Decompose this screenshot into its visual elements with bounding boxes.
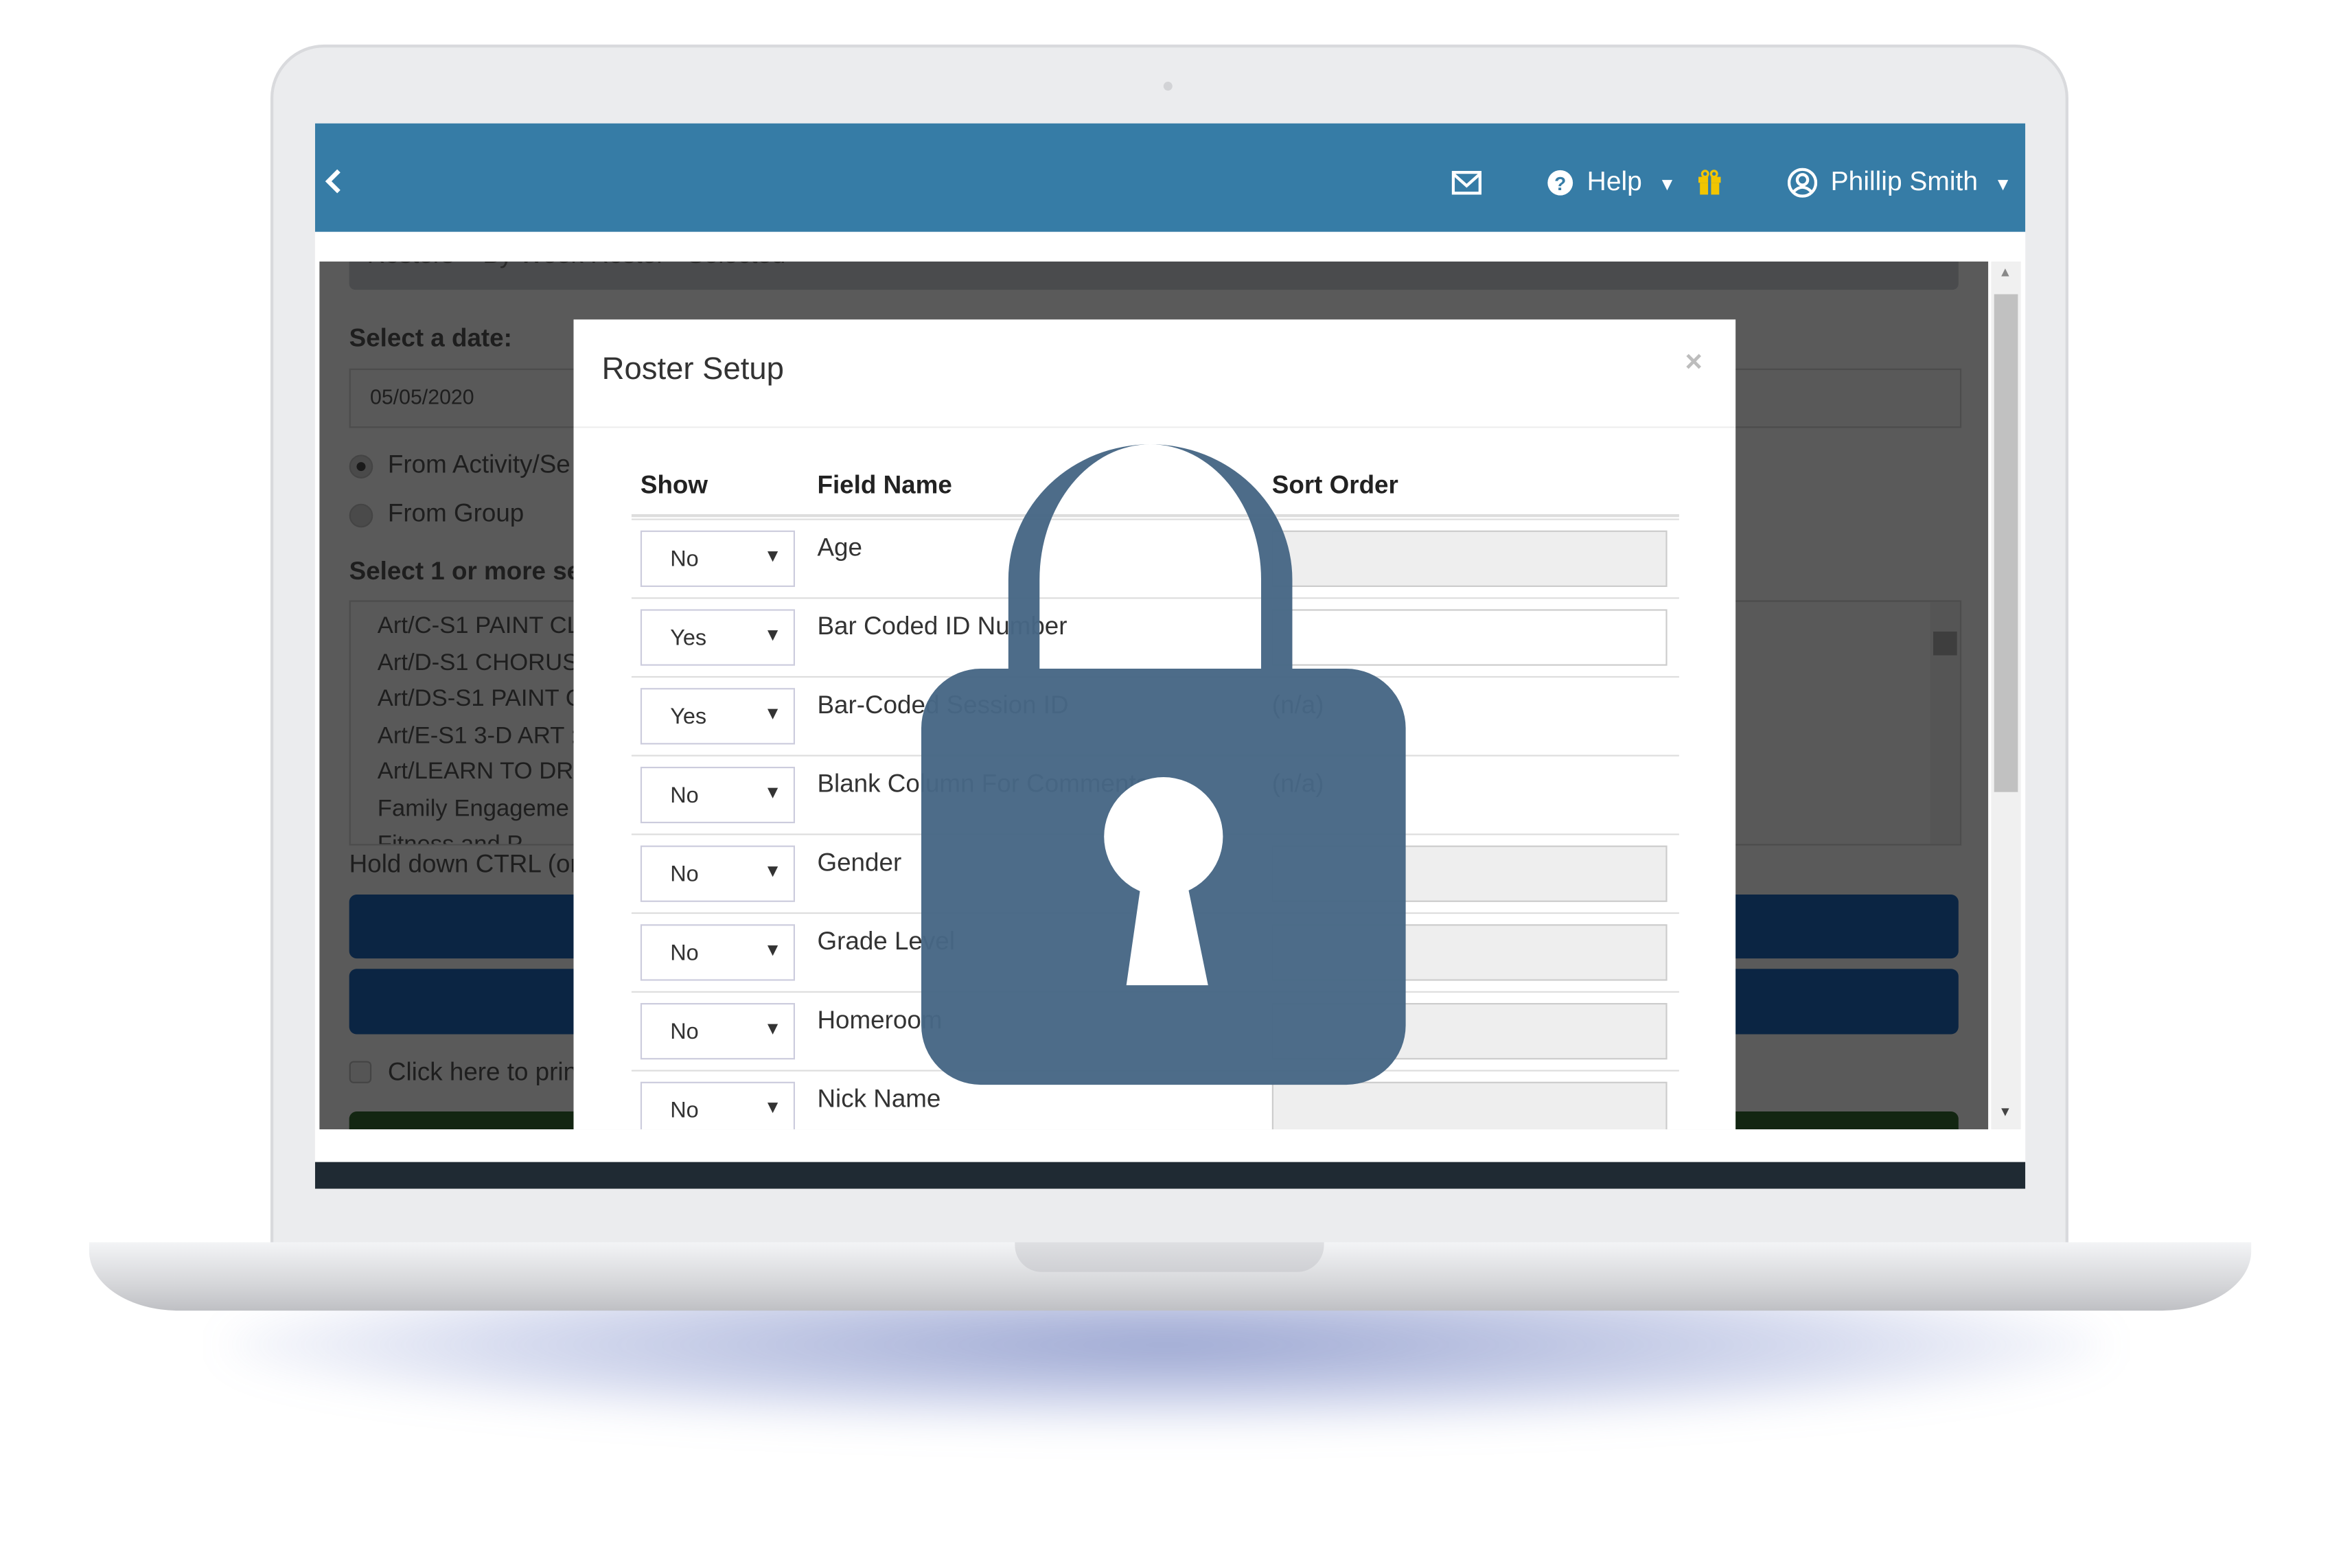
caret-down-icon: ▼ bbox=[763, 781, 782, 803]
envelope-icon[interactable] bbox=[1451, 170, 1482, 195]
radio-activity-label: From Activity/Se bbox=[387, 450, 570, 479]
show-value: No bbox=[670, 941, 699, 966]
session-option[interactable]: Art/LEARN TO DR bbox=[378, 759, 573, 786]
caret-down-icon: ▼ bbox=[763, 860, 782, 881]
help-circle-icon[interactable]: ? bbox=[1547, 170, 1573, 196]
ctrl-hint: Hold down CTRL (or bbox=[349, 850, 579, 879]
svg-text:?: ? bbox=[1554, 173, 1566, 194]
radio-group-label: From Group bbox=[387, 499, 524, 528]
caret-down-icon: ▼ bbox=[763, 938, 782, 960]
session-option[interactable]: Art/E-S1 3-D ART : bbox=[378, 723, 577, 750]
user-circle-icon[interactable] bbox=[1787, 168, 1818, 198]
field-name: Age bbox=[817, 533, 862, 562]
caret-down-icon: ▼ bbox=[763, 545, 782, 566]
field-name: Gender bbox=[817, 848, 902, 877]
show-select[interactable]: Yes ▼ bbox=[640, 609, 796, 666]
caret-down-icon: ▼ bbox=[763, 1096, 782, 1118]
modal-title: Roster Setup bbox=[601, 351, 784, 387]
date-value: 05/05/2020 bbox=[369, 384, 474, 409]
show-select[interactable]: No ▼ bbox=[640, 845, 796, 902]
session-option[interactable]: Art/C-S1 PAINT CL bbox=[378, 614, 580, 641]
show-select[interactable]: No ▼ bbox=[640, 924, 796, 981]
show-value: No bbox=[670, 1019, 699, 1045]
padlock-icon bbox=[921, 444, 1406, 1085]
show-value: No bbox=[670, 1098, 699, 1124]
session-option[interactable]: Family Engageme bbox=[378, 796, 569, 822]
date-label: Select a date: bbox=[349, 323, 512, 352]
sessions-label: Select 1 or more se bbox=[349, 557, 581, 586]
gift-icon[interactable] bbox=[1697, 170, 1722, 195]
show-select[interactable]: Yes ▼ bbox=[640, 688, 796, 745]
session-option[interactable]: Art/DS-S1 PAINT C bbox=[378, 687, 583, 713]
show-value: No bbox=[670, 546, 699, 573]
show-select[interactable]: No ▼ bbox=[640, 530, 796, 587]
caret-down-icon: ▼ bbox=[763, 624, 782, 645]
show-value: No bbox=[670, 862, 699, 888]
col-show: Show bbox=[640, 471, 708, 500]
show-value: Yes bbox=[670, 704, 707, 730]
show-select[interactable]: No ▼ bbox=[640, 1081, 796, 1130]
show-select[interactable]: No ▼ bbox=[640, 1003, 796, 1060]
show-select[interactable]: No ▼ bbox=[640, 766, 796, 824]
session-option[interactable]: Fitness and P bbox=[378, 832, 523, 844]
show-value: No bbox=[670, 783, 699, 809]
help-menu[interactable]: Help bbox=[1587, 165, 1642, 198]
breadcrumb[interactable]: Rosters > By Week Roster - Selected bbox=[367, 262, 786, 270]
camera bbox=[1163, 82, 1173, 91]
listbox-scrollbar[interactable] bbox=[1930, 601, 1960, 844]
session-option[interactable]: Art/D-S1 CHORUS bbox=[378, 650, 578, 677]
radio-group[interactable] bbox=[349, 503, 373, 528]
user-menu[interactable]: Phillip Smith bbox=[1831, 165, 1978, 198]
top-navbar: ? Help ▼ Phillip Smith ▼ bbox=[314, 123, 2026, 232]
laptop-notch bbox=[1015, 1242, 1324, 1272]
footer-bar bbox=[314, 1162, 2026, 1189]
print-checkbox[interactable] bbox=[349, 1061, 372, 1083]
scrollbar-thumb[interactable] bbox=[1994, 294, 2018, 792]
breadcrumb-bar: Rosters > By Week Roster - Selected bbox=[349, 261, 1959, 290]
show-value: Yes bbox=[670, 625, 707, 652]
close-icon[interactable]: × bbox=[1685, 346, 1703, 380]
caret-down-icon: ▼ bbox=[763, 702, 782, 724]
radio-activity[interactable] bbox=[349, 454, 373, 479]
caret-down-icon[interactable]: ▼ bbox=[1994, 168, 2012, 201]
chevron-left-icon[interactable] bbox=[323, 168, 343, 195]
caret-down-icon: ▼ bbox=[763, 1017, 782, 1039]
caret-down-icon[interactable]: ▼ bbox=[1659, 168, 1676, 201]
print-checkbox-label: Click here to prin bbox=[387, 1058, 578, 1087]
